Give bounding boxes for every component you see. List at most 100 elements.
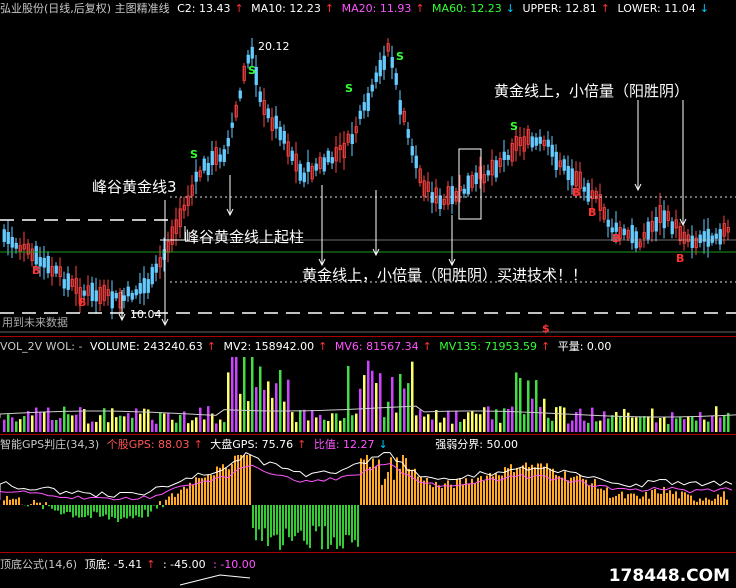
volume-bar: [479, 414, 482, 432]
candle-body: [414, 155, 418, 169]
volume-bar: [467, 412, 470, 432]
volume-bar: [103, 408, 106, 432]
gps-bar: [705, 497, 707, 505]
volume-bar: [35, 407, 38, 432]
gps-bar: [150, 505, 152, 512]
buy-signal: B: [78, 296, 87, 309]
volume-bar: [595, 421, 598, 432]
gps-bar: [285, 505, 287, 529]
gps-bar: [405, 458, 407, 505]
volume-bar: [715, 406, 718, 432]
volume-bar: [419, 409, 422, 432]
gps-bar: [252, 505, 254, 528]
watermark: 178448.COM: [608, 566, 730, 586]
candle-body: [142, 278, 146, 294]
gps-bar: [399, 468, 401, 505]
candle-body: [474, 172, 478, 185]
volume-bar: [355, 413, 358, 432]
volume-bar: [75, 414, 78, 432]
gps-bar: [681, 491, 683, 505]
gps-bar: [312, 505, 314, 526]
gps-bar: [297, 505, 299, 533]
gps-bar: [438, 485, 440, 505]
volume-bar: [187, 423, 190, 432]
gps-bar: [651, 490, 653, 505]
gps-bar: [210, 475, 212, 505]
volume-bar: [507, 409, 510, 432]
flat-volume-value: 平量: 0.00: [557, 340, 612, 353]
volume-bar: [395, 412, 398, 432]
candle-body: [314, 163, 318, 171]
volume-bar: [435, 410, 438, 432]
volume-bar: [39, 411, 42, 432]
volume-bar: [71, 415, 74, 432]
candle-body: [282, 130, 286, 144]
gps-bar: [132, 505, 134, 519]
volume-bar: [591, 407, 594, 432]
gps-bar: [336, 505, 338, 549]
candle-body: [82, 290, 86, 296]
candle-body: [42, 257, 46, 268]
candle-body: [94, 290, 98, 302]
candle-body: [710, 235, 714, 243]
gps-bar: [621, 491, 623, 505]
volume-bar: [339, 420, 342, 432]
gps-bar: [78, 505, 80, 518]
volume-bar: [707, 421, 710, 432]
gps-bar: [717, 494, 719, 505]
candle-body: [606, 219, 610, 227]
gps-bar: [678, 498, 680, 505]
volume-bar: [299, 410, 302, 432]
buy-signal: B: [588, 206, 597, 219]
candle-body: [34, 245, 38, 265]
volume-bar: [635, 417, 638, 432]
volume-bar: [27, 410, 30, 432]
volume-bar: [599, 420, 602, 432]
candle-body: [374, 72, 378, 82]
gps-bar: [66, 505, 68, 512]
volume-bar: [623, 408, 626, 432]
gps-bar: [54, 505, 56, 511]
top-bottom-indicator-name: 顶底公式(14,6): [0, 558, 78, 571]
candle-body: [154, 263, 158, 273]
volume-bar: [287, 379, 290, 432]
gps-bar: [3, 500, 5, 505]
value-minus-45: : -45.00: [162, 558, 206, 571]
volume-bar: [267, 381, 270, 432]
gps-bar: [564, 471, 566, 505]
candle-body: [566, 165, 570, 180]
gps-bar: [114, 505, 116, 518]
gps-bar: [177, 493, 179, 505]
candle-body: [506, 155, 510, 160]
gps-bar: [579, 474, 581, 505]
candle-body: [150, 267, 154, 285]
gps-bar: [660, 493, 662, 505]
gps-bar: [471, 478, 473, 505]
gps-bar: [279, 505, 281, 550]
volume-bar: [603, 411, 606, 432]
volume-bar: [3, 419, 6, 432]
candle-body: [10, 237, 14, 248]
candle-body: [6, 232, 10, 244]
volume-bar: [23, 416, 26, 432]
gps-bar: [699, 498, 701, 505]
gps-bar: [648, 498, 650, 505]
gps-bar: [231, 464, 233, 505]
volume-bar: [227, 372, 230, 432]
candle-body: [370, 84, 374, 92]
candle-body: [90, 282, 94, 301]
volume-bar: [679, 417, 682, 432]
gps-bar: [144, 505, 146, 510]
volume-bar: [67, 414, 70, 432]
volume-bar: [455, 410, 458, 432]
upper-value: UPPER: 12.81: [522, 2, 597, 15]
gps-bar: [474, 483, 476, 505]
gps-bar: [624, 498, 626, 505]
gps-bar: [162, 505, 164, 508]
gps-bar: [276, 505, 278, 535]
volume-bar: [43, 411, 46, 432]
gps-bar: [207, 474, 209, 505]
volume-bar: [127, 413, 130, 432]
candle-body: [406, 129, 410, 138]
volume-bar: [659, 418, 662, 432]
